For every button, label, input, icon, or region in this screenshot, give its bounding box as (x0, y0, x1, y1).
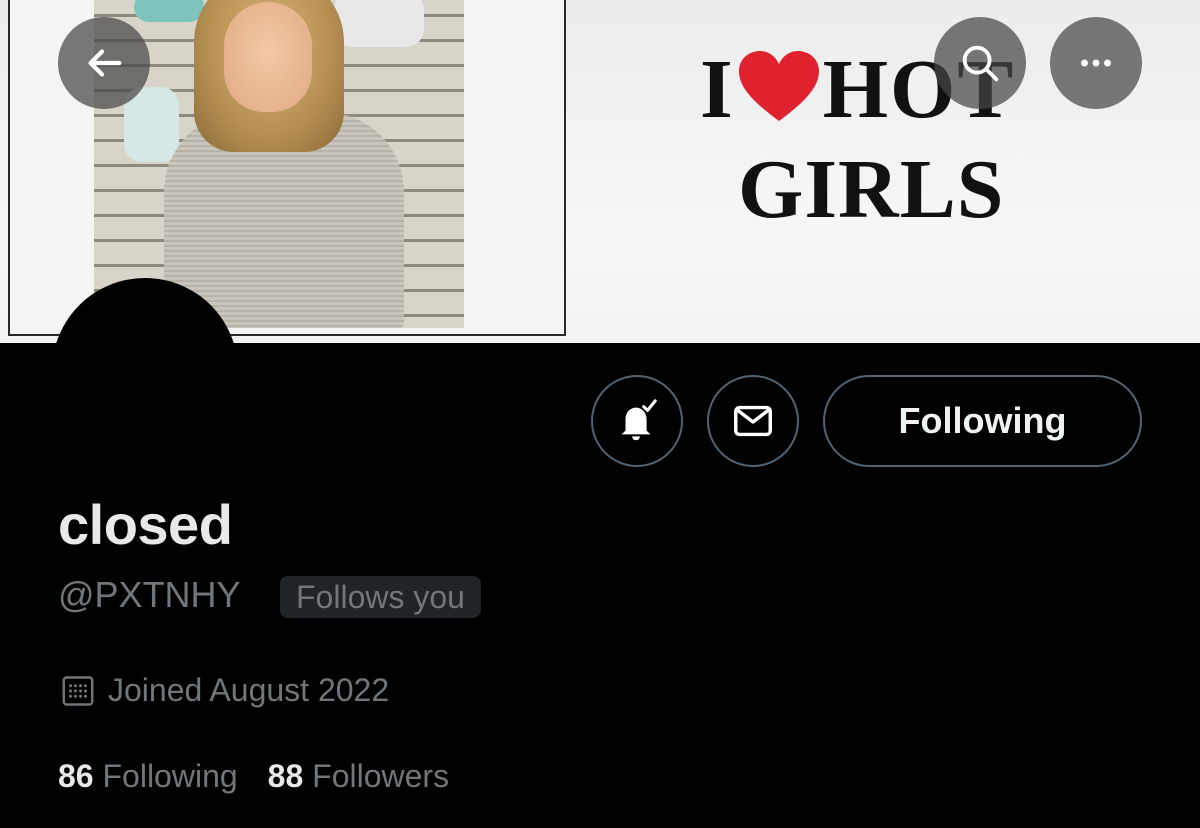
follows-you-badge: Follows you (280, 576, 481, 618)
following-count-link[interactable]: 86 Following (58, 758, 238, 795)
display-name: closed (58, 493, 233, 556)
follow-counts: 86 Following 88 Followers (58, 758, 479, 795)
user-handle: @PXTNHY (58, 574, 241, 615)
calendar-icon (62, 675, 94, 706)
joined-date: Joined August 2022 (60, 672, 389, 709)
envelope-icon (734, 405, 772, 437)
following-button[interactable]: Following (823, 375, 1142, 467)
joined-text: Joined August 2022 (108, 672, 390, 708)
notifications-button[interactable] (591, 375, 683, 467)
following-count: 86 (58, 758, 94, 794)
search-button[interactable] (934, 17, 1026, 109)
followers-count-link[interactable]: 88 Followers (268, 758, 449, 795)
banner-text-i: I (700, 43, 735, 136)
followers-label: Followers (312, 758, 450, 794)
more-button[interactable] (1050, 17, 1142, 109)
more-dots-icon (1081, 59, 1111, 67)
avatar[interactable] (52, 278, 238, 464)
bell-check-icon (621, 399, 657, 441)
arrow-left-icon (88, 49, 122, 77)
followers-count: 88 (267, 758, 304, 794)
banner-text: I HOT GIRLS (700, 48, 1100, 248)
search-icon (962, 45, 999, 82)
heart-icon (738, 51, 819, 123)
back-button[interactable] (58, 17, 150, 109)
message-button[interactable] (707, 375, 799, 467)
banner-text-girls: GIRLS (738, 143, 1005, 236)
following-label: Following (102, 758, 238, 794)
